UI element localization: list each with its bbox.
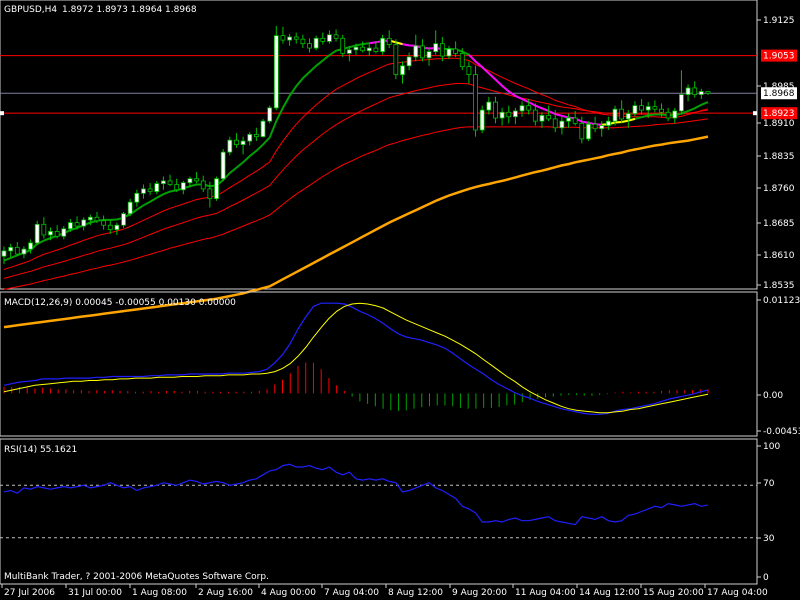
time-tick-label: 27 Jul 2006 — [4, 588, 55, 598]
hline-lower-label: 1.8923 — [763, 109, 795, 119]
macd-tick-label: -0.00453 — [763, 427, 800, 437]
candle — [340, 34, 346, 57]
chart-svg: GBPUSD,H4 1.8972 1.8973 1.8964 1.8968 MA… — [0, 0, 800, 600]
hline-handle-left[interactable] — [0, 111, 4, 116]
candle — [121, 211, 126, 228]
candle — [473, 65, 478, 137]
time-tick-label: 15 Aug 20:00 — [643, 588, 704, 598]
price-tick-label: 1.8535 — [763, 281, 795, 291]
candle — [214, 176, 219, 201]
symbol-header: GBPUSD,H4 — [4, 5, 57, 15]
price-tick-label: 1.8610 — [763, 251, 795, 261]
price-tick-label: 1.8910 — [763, 119, 795, 129]
time-tick-label: 8 Aug 12:00 — [388, 588, 443, 598]
time-tick-label: 4 Aug 00:00 — [261, 588, 316, 598]
rsi-tick-label: 100 — [763, 442, 780, 452]
macd-label: MACD(12,26,9) 0.00045 -0.00055 0.00130 0… — [4, 298, 236, 308]
time-tick-label: 17 Aug 04:00 — [707, 588, 768, 598]
hline-handle-right[interactable] — [753, 111, 757, 116]
time-tick-label: 7 Aug 04:00 — [324, 588, 379, 598]
rsi-tick-label: 70 — [763, 479, 775, 489]
time-tick-label: 9 Aug 20:00 — [452, 588, 507, 598]
macd-tick-label: 0.01123 — [763, 296, 800, 306]
price-tick-label: 1.8835 — [763, 152, 795, 162]
candle — [34, 220, 40, 246]
time-tick-label: 31 Jul 00:00 — [68, 588, 122, 598]
price-tick-label: 1.8685 — [763, 219, 795, 229]
candle — [393, 39, 399, 80]
candle — [273, 25, 279, 111]
time-tick-label: 2 Aug 16:00 — [198, 588, 253, 598]
rsi-tick-label: 0 — [763, 573, 769, 583]
footer-copyright: MultiBank Trader, ? 2001-2006 MetaQuotes… — [4, 572, 269, 582]
rsi-label: RSI(14) 55.1621 — [4, 445, 77, 455]
macd-tick-label: 0.00 — [763, 391, 783, 401]
ohlc-header: 1.8972 1.8973 1.8964 1.8968 — [62, 5, 197, 15]
price-tick-label: 1.9125 — [763, 16, 795, 26]
rsi-tick-label: 30 — [763, 534, 775, 544]
last-price-label: 1.8968 — [763, 89, 795, 99]
time-tick-label: 11 Aug 04:00 — [515, 588, 576, 598]
price-tick-label: 1.8760 — [763, 184, 795, 194]
candle — [220, 149, 226, 181]
time-tick-label: 14 Aug 12:00 — [579, 588, 640, 598]
candle — [479, 105, 485, 134]
candle — [586, 121, 591, 142]
candle — [267, 105, 273, 124]
candle — [260, 118, 266, 138]
hline-upper-label: 1.9053 — [763, 52, 795, 62]
time-tick-label: 1 Aug 08:00 — [132, 588, 187, 598]
